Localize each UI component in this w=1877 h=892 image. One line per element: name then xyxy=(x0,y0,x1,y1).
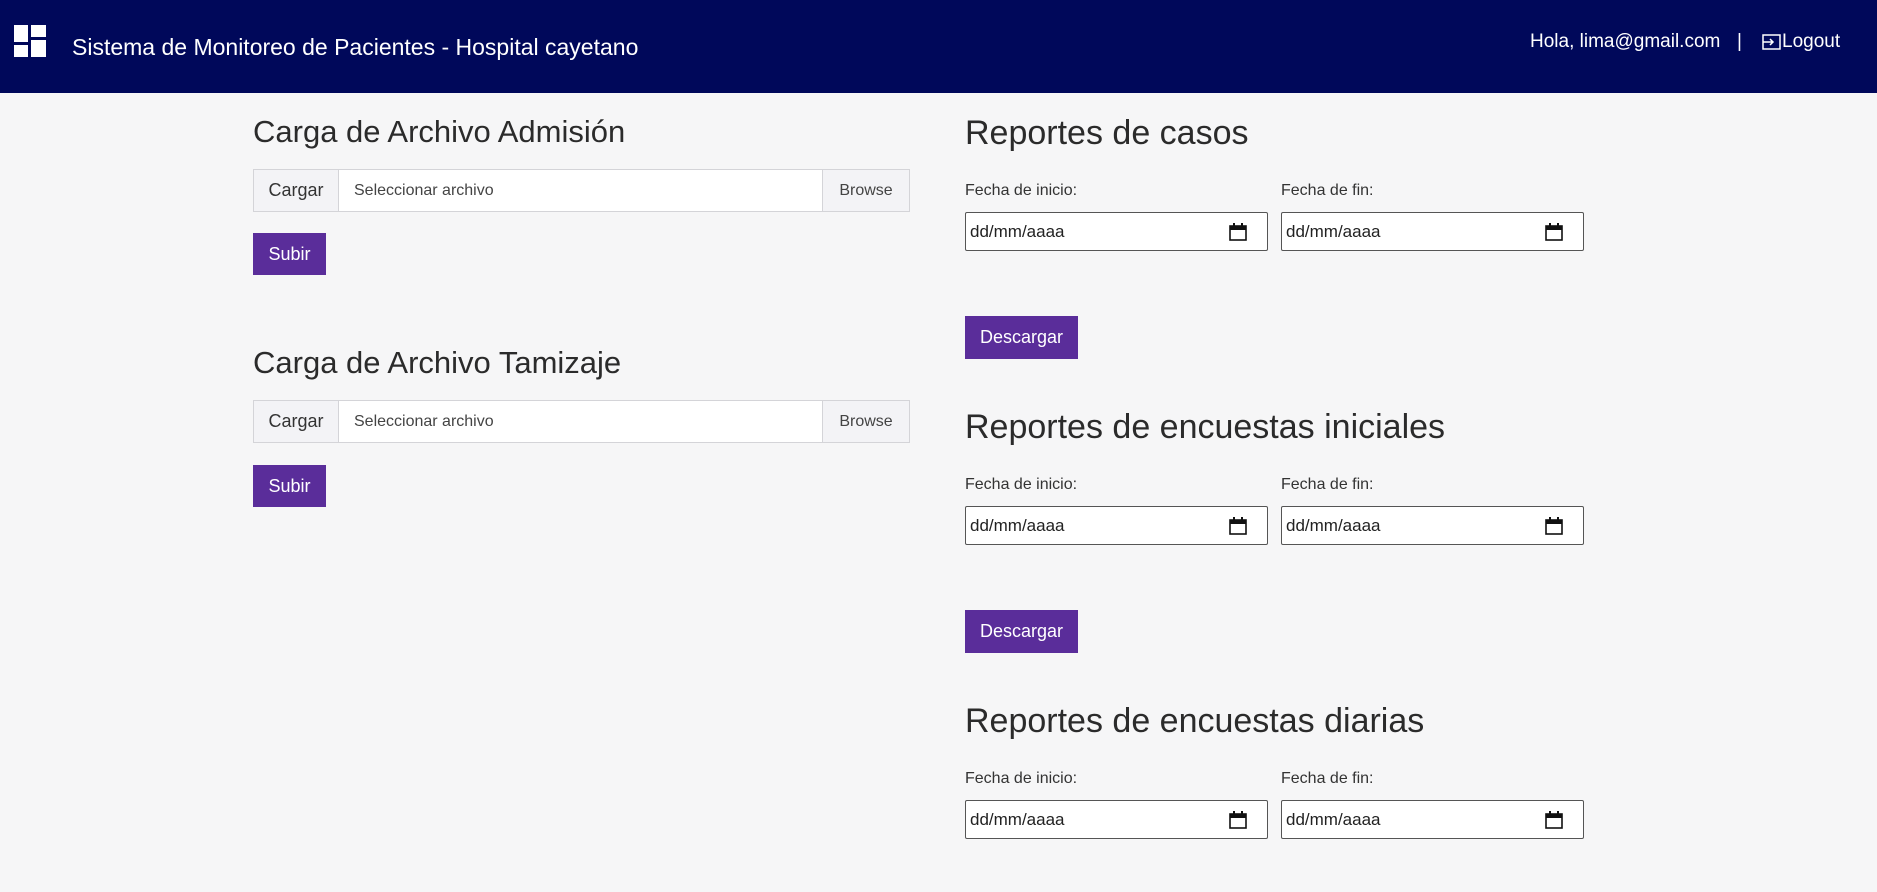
calendar-icon[interactable] xyxy=(1545,223,1563,241)
date-placeholder: dd/mm/aaaa xyxy=(1286,221,1381,241)
calendar-icon[interactable] xyxy=(1545,517,1563,535)
upload-tamizaje-file-input[interactable]: Seleccionar archivo xyxy=(339,400,822,443)
report-casos-section: Reportes de casos Fecha de inicio: Fecha… xyxy=(965,114,1585,359)
report-iniciales-download-button[interactable]: Descargar xyxy=(965,610,1078,653)
report-diarias-end-date-input[interactable]: dd/mm/aaaa xyxy=(1281,800,1584,839)
calendar-icon[interactable] xyxy=(1545,811,1563,829)
upload-admision-file-input[interactable]: Seleccionar archivo xyxy=(339,169,822,212)
calendar-icon[interactable] xyxy=(1229,811,1247,829)
header-separator: | xyxy=(1737,31,1742,52)
date-placeholder: dd/mm/aaaa xyxy=(970,809,1065,829)
date-placeholder: dd/mm/aaaa xyxy=(1286,809,1381,829)
start-date-label: Fecha de inicio: xyxy=(965,476,1078,493)
upload-admision-section: Carga de Archivo Admisión Cargar Selecci… xyxy=(253,114,910,275)
upload-tamizaje-submit-button[interactable]: Subir xyxy=(253,465,326,507)
dashboard-grid-icon[interactable] xyxy=(14,25,46,57)
date-placeholder: dd/mm/aaaa xyxy=(970,221,1065,241)
file-prefix-label: Cargar xyxy=(253,400,339,443)
calendar-icon[interactable] xyxy=(1229,517,1247,535)
report-iniciales-section: Reportes de encuestas iniciales Fecha de… xyxy=(965,408,1585,653)
logout-label: Logout xyxy=(1782,31,1841,52)
report-casos-end-date-input[interactable]: dd/mm/aaaa xyxy=(1281,212,1584,251)
upload-admision-file-group: Cargar Seleccionar archivo Browse xyxy=(253,169,910,212)
top-navbar: Sistema de Monitoreo de Pacientes - Hosp… xyxy=(0,0,1877,93)
start-date-label: Fecha de inicio: xyxy=(965,770,1078,787)
report-iniciales-title: Reportes de encuestas iniciales xyxy=(965,408,1446,446)
start-date-label: Fecha de inicio: xyxy=(965,182,1078,199)
date-placeholder: dd/mm/aaaa xyxy=(970,515,1065,535)
logout-link[interactable]: Logout xyxy=(1762,31,1840,53)
end-date-label: Fecha de fin: xyxy=(1281,182,1374,199)
report-diarias-title: Reportes de encuestas diarias xyxy=(965,702,1425,740)
upload-tamizaje-title: Carga de Archivo Tamizaje xyxy=(253,345,622,380)
upload-admision-submit-button[interactable]: Subir xyxy=(253,233,326,275)
report-diarias-section: Reportes de encuestas diarias Fecha de i… xyxy=(965,702,1585,839)
date-placeholder: dd/mm/aaaa xyxy=(1286,515,1381,535)
end-date-label: Fecha de fin: xyxy=(1281,770,1374,787)
user-greeting: Hola, lima@gmail.com xyxy=(1530,31,1721,52)
app-title: Sistema de Monitoreo de Pacientes - Hosp… xyxy=(72,34,639,60)
upload-tamizaje-file-group: Cargar Seleccionar archivo Browse xyxy=(253,400,910,443)
report-casos-title: Reportes de casos xyxy=(965,114,1249,152)
logout-arrow-icon xyxy=(1762,34,1781,50)
calendar-icon[interactable] xyxy=(1229,223,1247,241)
file-prefix-label: Cargar xyxy=(253,169,339,212)
report-diarias-start-date-input[interactable]: dd/mm/aaaa xyxy=(965,800,1268,839)
upload-admision-title: Carga de Archivo Admisión xyxy=(253,114,626,149)
report-iniciales-start-date-input[interactable]: dd/mm/aaaa xyxy=(965,506,1268,545)
report-casos-download-button[interactable]: Descargar xyxy=(965,316,1078,359)
upload-admision-browse-button[interactable]: Browse xyxy=(822,169,910,212)
upload-tamizaje-browse-button[interactable]: Browse xyxy=(822,400,910,443)
end-date-label: Fecha de fin: xyxy=(1281,476,1374,493)
report-casos-start-date-input[interactable]: dd/mm/aaaa xyxy=(965,212,1268,251)
upload-tamizaje-section: Carga de Archivo Tamizaje Cargar Selecci… xyxy=(253,345,910,507)
report-iniciales-end-date-input[interactable]: dd/mm/aaaa xyxy=(1281,506,1584,545)
